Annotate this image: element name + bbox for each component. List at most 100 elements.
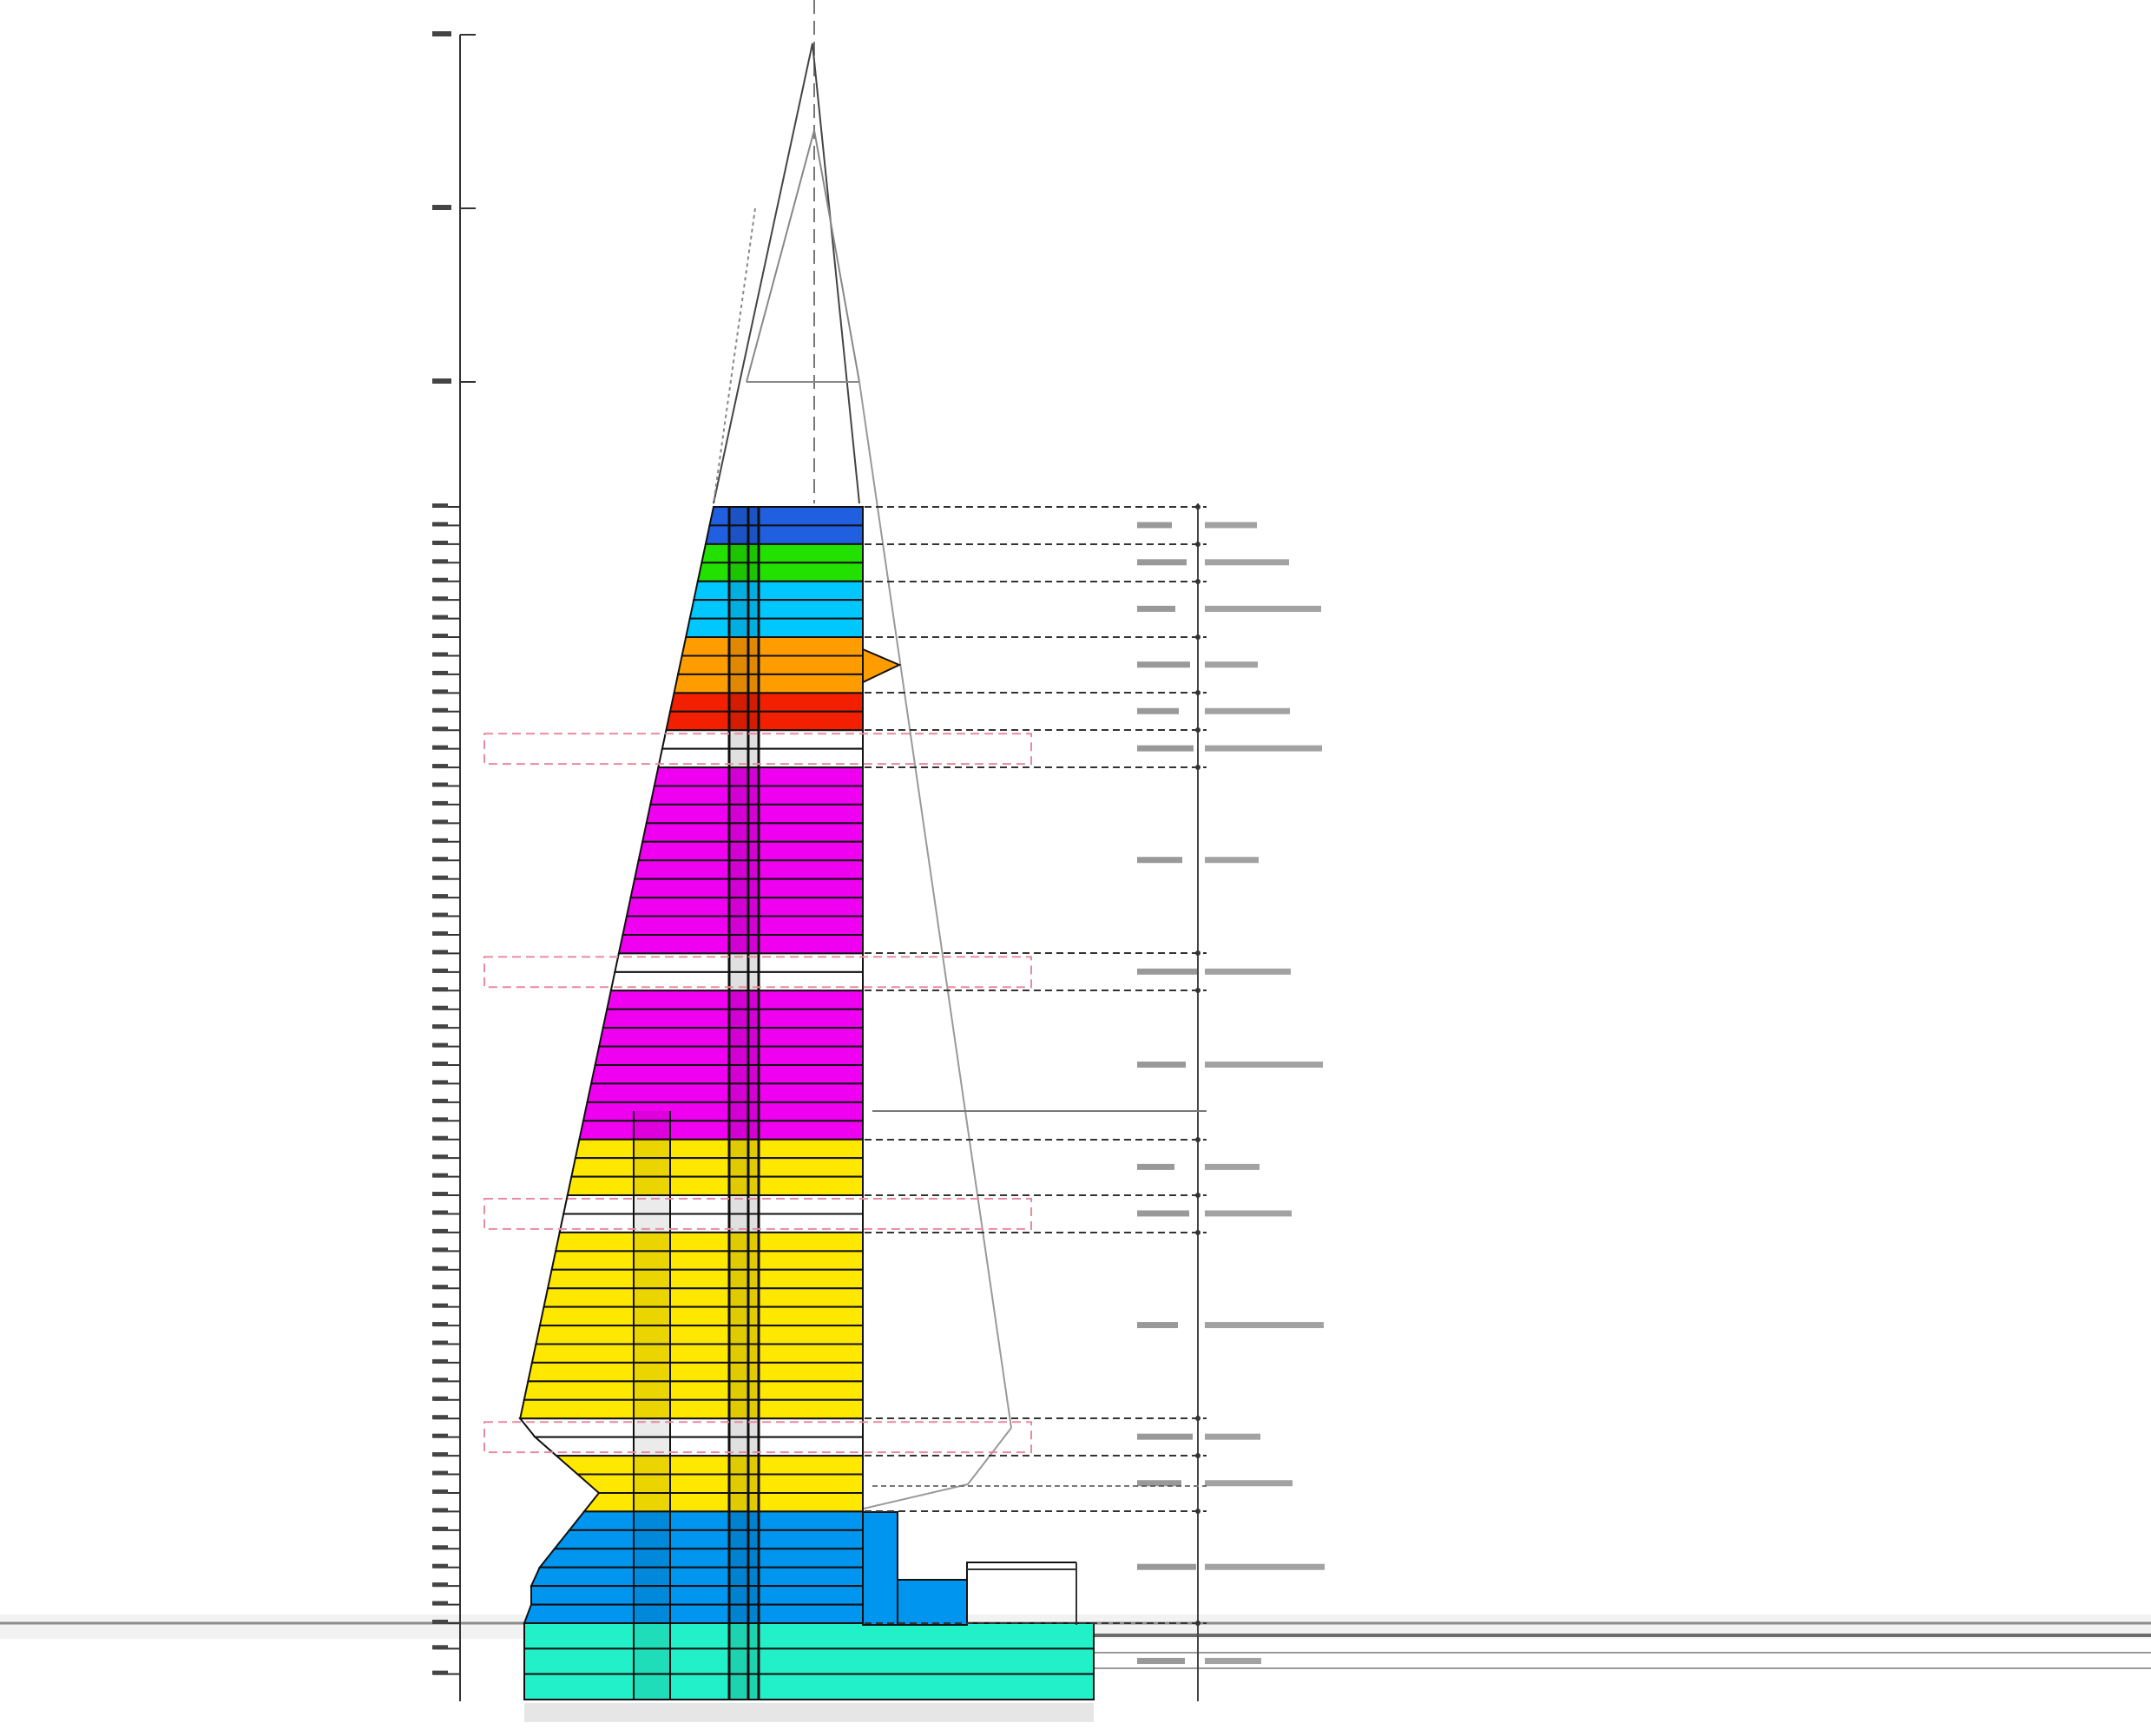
level-mark — [432, 503, 448, 508]
floor-slab-hotel — [578, 1120, 864, 1141]
floor-slab-office — [554, 1455, 864, 1476]
tower-section-drawing — [0, 0, 2151, 1722]
level-mark — [432, 540, 448, 545]
floor-slab-basement — [523, 1673, 1095, 1700]
zone-label-mark — [1137, 1480, 1293, 1487]
level-mark — [432, 1285, 448, 1290]
dimension-node — [1195, 988, 1200, 993]
level-mark — [432, 1098, 448, 1103]
level-mark — [432, 1645, 448, 1650]
floor-slab-office — [566, 1175, 864, 1197]
zone-label-mark — [1137, 1322, 1324, 1329]
dimension-node — [1195, 1621, 1200, 1626]
zone-label-mark — [1137, 1563, 1325, 1570]
zone-label-mark — [1137, 968, 1291, 975]
floor-slab-basement — [523, 1647, 1095, 1675]
level-mark — [432, 1582, 448, 1588]
level-mark — [432, 894, 448, 899]
floor-slab-podium — [530, 1566, 864, 1588]
club-cantilever — [862, 648, 902, 684]
floor-slab-observation — [696, 562, 864, 582]
level-scale — [432, 31, 476, 1701]
floor-slab-hotel — [582, 1101, 864, 1122]
floor-slab-hotel — [586, 1082, 864, 1103]
floor-slab-office — [530, 1343, 864, 1364]
level-mark — [432, 577, 448, 582]
level-mark — [432, 1601, 448, 1606]
floor-slab-office — [523, 1380, 864, 1401]
level-mark — [432, 1192, 448, 1197]
level-mark — [432, 1545, 448, 1550]
zone-annotations — [1137, 522, 1325, 1664]
dimension-node — [1195, 504, 1200, 510]
level-mark — [432, 1005, 448, 1010]
level-mark — [432, 1452, 448, 1457]
level-mark — [432, 745, 448, 750]
level-mark — [432, 838, 448, 843]
level-mark — [432, 652, 448, 657]
level-mark — [432, 522, 448, 527]
level-mark — [432, 1526, 448, 1531]
floor-slab-office — [546, 1268, 864, 1290]
floor-slab-office — [518, 1398, 864, 1420]
dimension-node — [1195, 1137, 1200, 1142]
level-mark — [432, 800, 448, 806]
dimension-node — [1195, 727, 1200, 733]
level-mark — [432, 31, 451, 36]
dimension-node — [1195, 579, 1200, 584]
floor-slab-club — [676, 654, 864, 675]
floor-stack — [518, 506, 1095, 1700]
level-mark — [432, 1135, 448, 1141]
level-mark — [432, 1247, 448, 1253]
level-mark — [432, 857, 448, 862]
dimension-node — [1195, 635, 1200, 640]
level-mark — [432, 1620, 448, 1624]
level-mark — [432, 1154, 448, 1160]
level-mark — [432, 930, 448, 936]
level-mark — [432, 1358, 448, 1364]
level-mark — [432, 1508, 448, 1513]
floor-slab-sky_lobby_upper — [693, 580, 864, 602]
level-mark — [432, 1396, 448, 1401]
level-mark — [432, 689, 448, 694]
floor-slab-sky_lobby_upper — [688, 599, 864, 620]
level-mark — [432, 819, 448, 825]
floor-slab-basement — [523, 1622, 1095, 1650]
level-mark — [432, 1080, 448, 1085]
level-mark — [432, 596, 448, 602]
zone-label-mark — [1137, 745, 1322, 752]
level-mark — [432, 615, 448, 620]
level-mark — [432, 559, 448, 564]
dimension-node — [1195, 1453, 1200, 1458]
floor-slab-office — [535, 1325, 864, 1345]
level-mark — [432, 707, 448, 713]
level-mark — [432, 1340, 448, 1345]
zone-label-mark — [1137, 605, 1321, 612]
zone-label-mark — [1137, 559, 1289, 566]
dimension-node — [1195, 542, 1200, 547]
level-mark — [432, 1117, 448, 1122]
level-mark — [432, 205, 451, 210]
dimension-node — [1195, 1230, 1200, 1235]
floor-slab-podium — [552, 1529, 864, 1550]
floor-slab-podium — [523, 1603, 864, 1624]
floor-slab-sky_lobby_upper — [684, 617, 864, 639]
level-mark — [432, 1024, 448, 1029]
zone-label-mark — [1137, 1658, 1261, 1664]
dimension-node — [1195, 1509, 1200, 1514]
level-mark — [432, 1210, 448, 1215]
floor-slab-office — [574, 1138, 864, 1160]
floor-slab-office — [538, 1305, 864, 1327]
level-mark — [432, 1303, 448, 1308]
level-mark — [432, 1378, 448, 1383]
dimension-node — [1195, 765, 1200, 770]
floor-slab-office — [575, 1473, 864, 1494]
level-mark — [432, 764, 448, 769]
floor-slab-podium — [530, 1585, 864, 1606]
zone-label-mark — [1137, 1210, 1292, 1217]
floor-slab-restaurant — [668, 692, 864, 713]
level-mark — [432, 727, 448, 732]
level-mark — [432, 1489, 448, 1494]
stair-core — [729, 507, 759, 1700]
level-mark — [432, 1563, 448, 1568]
